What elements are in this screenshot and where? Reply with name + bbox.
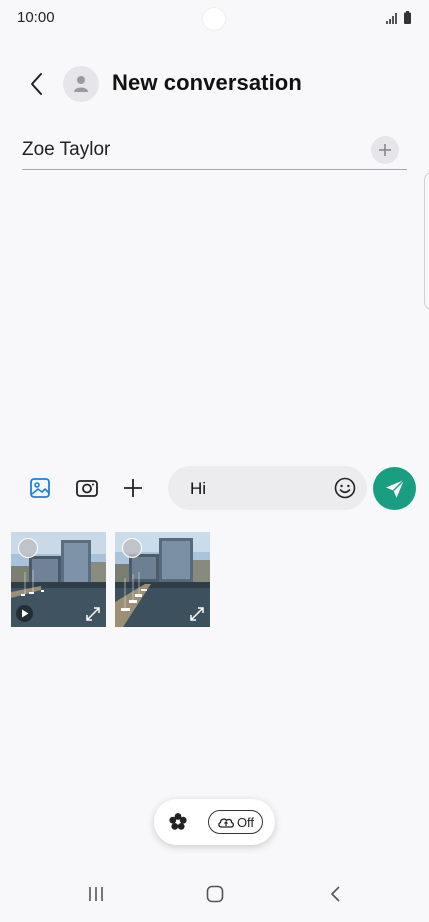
gallery-icon [30, 478, 50, 498]
battery-icon [404, 11, 411, 24]
camera-cutout [203, 8, 225, 30]
select-checkbox[interactable] [122, 538, 142, 558]
send-icon [385, 479, 404, 498]
camera-icon [76, 480, 98, 497]
recipient-underline [22, 169, 407, 170]
status-icons [386, 11, 411, 24]
send-button[interactable] [373, 467, 416, 510]
emoji-icon [334, 477, 356, 499]
signal-icon [386, 13, 397, 24]
back-arrow-icon [31, 73, 42, 95]
recents-icon[interactable] [86, 884, 106, 904]
emoji-button[interactable] [333, 476, 357, 500]
add-recipient-button[interactable] [371, 136, 399, 164]
edge-panel-handle[interactable] [424, 172, 429, 310]
attach-button[interactable] [117, 472, 149, 504]
plus-icon [379, 144, 391, 156]
play-icon [21, 609, 28, 618]
cloud-sync-icon [218, 818, 234, 828]
bixby-button[interactable] [167, 811, 189, 833]
back-button[interactable] [24, 70, 48, 98]
select-checkbox[interactable] [18, 538, 38, 558]
avatar[interactable] [63, 66, 99, 102]
gallery-thumbnail-video[interactable] [11, 532, 106, 627]
recipient-input[interactable]: Zoe Taylor [22, 139, 110, 161]
status-time: 10:00 [17, 9, 55, 26]
cloud-sync-toggle[interactable]: Off [208, 810, 263, 834]
expand-icon[interactable] [85, 606, 101, 622]
gallery-button[interactable] [24, 472, 56, 504]
plus-icon [124, 479, 142, 497]
person-icon [74, 76, 88, 92]
message-text: Hi [190, 479, 207, 498]
gallery-thumbnail-image[interactable] [115, 532, 210, 627]
camera-button[interactable] [71, 472, 103, 504]
cloud-sync-status: Off [236, 814, 255, 830]
home-icon[interactable] [205, 884, 225, 904]
video-play-badge [16, 605, 33, 622]
page-title: New conversation [112, 70, 302, 95]
expand-icon[interactable] [189, 606, 205, 622]
back-icon[interactable] [326, 884, 346, 904]
bixby-flower-icon [169, 813, 187, 830]
